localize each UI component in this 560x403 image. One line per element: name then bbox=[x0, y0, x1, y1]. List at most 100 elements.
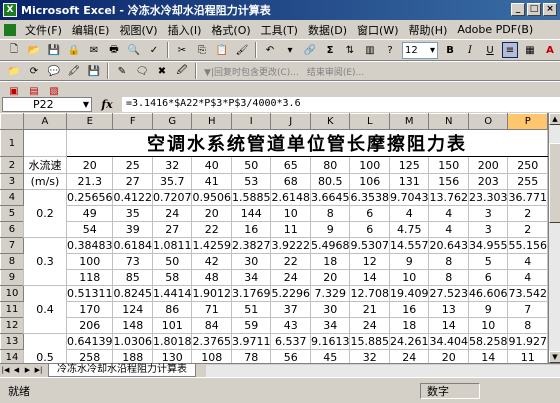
data-cell[interactable]: 84 bbox=[191, 317, 232, 334]
row-header-7[interactable]: 7 bbox=[0, 237, 24, 254]
data-cell[interactable]: 10 bbox=[467, 317, 509, 334]
minimize-button[interactable]: _ bbox=[511, 3, 525, 16]
data-cell[interactable]: 14 bbox=[349, 269, 390, 286]
data-cell[interactable]: 206 bbox=[65, 317, 114, 334]
maximize-button[interactable]: □ bbox=[527, 3, 541, 16]
data-cell[interactable]: 24 bbox=[151, 205, 193, 222]
data-cell[interactable]: 258 bbox=[65, 349, 114, 363]
data-cell[interactable]: 55.156 bbox=[507, 237, 548, 254]
data-cell[interactable]: 1.4259 bbox=[191, 237, 232, 254]
data-cell[interactable]: 6.3538 bbox=[349, 189, 390, 206]
pipe-diameter-cell[interactable]: 156 bbox=[428, 173, 469, 190]
horizontal-scrollbar[interactable] bbox=[206, 364, 560, 377]
undo-icon[interactable]: ↶ bbox=[262, 42, 278, 58]
row-header-8[interactable]: 8 bbox=[0, 253, 24, 270]
column-header-M[interactable]: M bbox=[388, 113, 430, 130]
data-cell[interactable]: 124 bbox=[112, 301, 153, 318]
data-cell[interactable]: 9.5307 bbox=[349, 237, 390, 254]
chart-icon[interactable]: ▥ bbox=[362, 42, 378, 58]
data-cell[interactable]: 4 bbox=[428, 205, 469, 222]
pipe-diameter-cell[interactable]: 35.7 bbox=[151, 173, 193, 190]
ink-icon[interactable]: 🖉 bbox=[174, 63, 190, 79]
menu-edit[interactable]: 编辑(E) bbox=[67, 22, 115, 38]
pipe-diameter-cell[interactable]: 41 bbox=[191, 173, 232, 190]
data-cell[interactable]: 5.4968 bbox=[309, 237, 351, 254]
data-cell[interactable]: 5.2296 bbox=[270, 285, 311, 302]
comment-icon[interactable]: 💬 bbox=[46, 63, 62, 79]
data-cell[interactable]: 9 bbox=[309, 221, 351, 238]
save-copy-icon[interactable]: 💾 bbox=[86, 63, 102, 79]
data-cell[interactable]: 46.606 bbox=[467, 285, 509, 302]
data-cell[interactable]: 85 bbox=[112, 269, 153, 286]
permission-icon[interactable]: 🔒 bbox=[66, 42, 82, 58]
velocity-unit[interactable]: (m/s) bbox=[22, 173, 67, 190]
data-cell[interactable]: 4 bbox=[507, 253, 548, 270]
data-cell[interactable]: 6.537 bbox=[270, 333, 311, 350]
data-cell[interactable]: 20 bbox=[428, 349, 469, 363]
data-cell[interactable]: 14 bbox=[428, 317, 469, 334]
data-cell[interactable]: 49 bbox=[65, 205, 114, 222]
scroll-down-icon[interactable]: ▼ bbox=[549, 351, 560, 363]
data-cell[interactable]: 0.4122 bbox=[112, 189, 153, 206]
data-cell[interactable]: 9.1613 bbox=[309, 333, 351, 350]
data-cell[interactable]: 37 bbox=[270, 301, 311, 318]
velocity-value[interactable]: 0.2 bbox=[22, 189, 67, 238]
data-cell[interactable]: 8 bbox=[507, 317, 548, 334]
data-cell[interactable]: 108 bbox=[191, 349, 232, 363]
fx-icon[interactable]: fx bbox=[92, 98, 122, 111]
data-cell[interactable]: 56 bbox=[270, 349, 311, 363]
open-icon[interactable]: 📂 bbox=[26, 42, 42, 58]
print-icon[interactable]: 🖶 bbox=[106, 42, 122, 58]
data-cell[interactable]: 4 bbox=[388, 205, 430, 222]
sheet-title[interactable]: 空调水系统管道单位管长摩擦阻力表 bbox=[65, 129, 548, 157]
chevron-down-icon[interactable]: ▼ bbox=[83, 98, 89, 111]
data-cell[interactable]: 36.771 bbox=[507, 189, 548, 206]
data-cell[interactable]: 35 bbox=[112, 205, 153, 222]
data-cell[interactable]: 12 bbox=[349, 253, 390, 270]
data-cell[interactable]: 78 bbox=[230, 349, 272, 363]
data-cell[interactable]: 3.6645 bbox=[309, 189, 351, 206]
column-header-K[interactable]: K bbox=[309, 113, 351, 130]
data-cell[interactable]: 3 bbox=[467, 221, 509, 238]
velocity-header[interactable]: 水流速 bbox=[22, 156, 67, 174]
data-cell[interactable]: 13.762 bbox=[428, 189, 469, 206]
sheet-tab[interactable]: 冷冻水冷却水沿程阻力计算表 bbox=[48, 364, 196, 377]
data-cell[interactable]: 6 bbox=[349, 221, 390, 238]
menu-view[interactable]: 视图(V) bbox=[114, 22, 162, 38]
pipe-size-cell[interactable]: 32 bbox=[151, 156, 193, 174]
data-cell[interactable]: 24 bbox=[388, 349, 430, 363]
row-header-2[interactable]: 2 bbox=[0, 156, 24, 174]
velocity-value[interactable]: 0.4 bbox=[22, 285, 67, 334]
data-cell[interactable]: 45 bbox=[309, 349, 351, 363]
data-cell[interactable]: 170 bbox=[65, 301, 114, 318]
data-cell[interactable]: 42 bbox=[191, 253, 232, 270]
copy-icon[interactable]: ⎘ bbox=[194, 42, 210, 58]
data-cell[interactable]: 4 bbox=[428, 221, 469, 238]
data-cell[interactable]: 9.7043 bbox=[388, 189, 430, 206]
pipe-size-cell[interactable]: 25 bbox=[112, 156, 153, 174]
data-cell[interactable]: 1.4414 bbox=[151, 285, 193, 302]
data-cell[interactable]: 24.261 bbox=[388, 333, 430, 350]
select-all-corner[interactable] bbox=[0, 113, 24, 130]
menu-file[interactable]: 文件(F) bbox=[20, 22, 67, 38]
data-cell[interactable]: 22 bbox=[191, 221, 232, 238]
data-cell[interactable]: 20 bbox=[191, 205, 232, 222]
delete-comment-icon[interactable]: ✖ bbox=[154, 63, 170, 79]
menu-adobe-pdf[interactable]: Adobe PDF(B) bbox=[452, 23, 538, 36]
data-cell[interactable]: 0.8245 bbox=[112, 285, 153, 302]
data-cell[interactable]: 6 bbox=[349, 205, 390, 222]
data-cell[interactable]: 27 bbox=[151, 221, 193, 238]
pipe-size-cell[interactable]: 150 bbox=[428, 156, 469, 174]
pipe-diameter-cell[interactable]: 203 bbox=[467, 173, 509, 190]
data-cell[interactable]: 9 bbox=[388, 253, 430, 270]
data-cell[interactable]: 3 bbox=[467, 205, 509, 222]
row-header-9[interactable]: 9 bbox=[0, 269, 24, 286]
menu-insert[interactable]: 插入(I) bbox=[163, 22, 207, 38]
undo-dropdown-icon[interactable]: ▾ bbox=[282, 42, 298, 58]
row-header-10[interactable]: 10 bbox=[0, 285, 24, 302]
data-cell[interactable]: 0.7207 bbox=[151, 189, 193, 206]
data-cell[interactable]: 21 bbox=[349, 301, 390, 318]
data-cell[interactable]: 14.557 bbox=[388, 237, 430, 254]
sort-icon[interactable]: ⇅ bbox=[342, 42, 358, 58]
data-cell[interactable]: 118 bbox=[65, 269, 114, 286]
